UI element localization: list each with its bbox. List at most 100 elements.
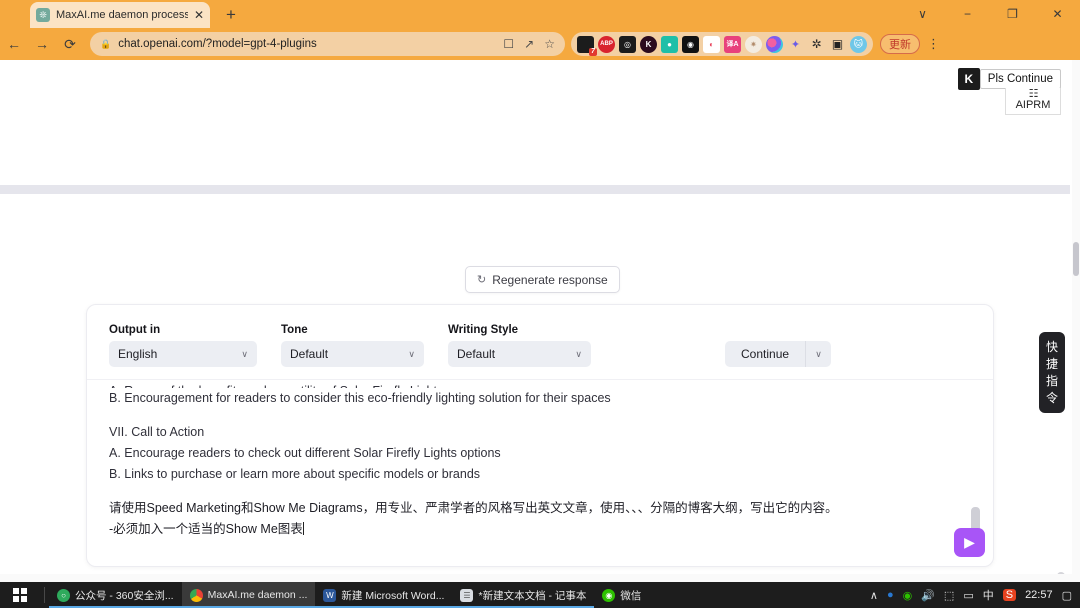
writing-style-select[interactable]: Default ∨: [448, 341, 591, 367]
continue-button[interactable]: Continue: [725, 341, 806, 367]
scrollbar-thumb[interactable]: [1073, 242, 1079, 276]
continue-dropdown-button[interactable]: ∨: [805, 341, 832, 367]
chat-card: Output in English ∨ Tone Default ∨ Writi…: [86, 304, 994, 567]
adblock-plus-extension-icon[interactable]: ABP: [598, 35, 615, 53]
openai-extension-icon[interactable]: ✷: [745, 35, 762, 53]
quick-command-tab[interactable]: 快 捷 指 令: [1039, 332, 1065, 413]
network-icon[interactable]: ⬚: [944, 589, 954, 602]
taskbar-item-label: 公众号 - 360安全浏...: [75, 589, 174, 602]
taskbar-divider: [44, 587, 45, 603]
taskbar-item-wechat[interactable]: ◉ 微信: [594, 582, 649, 608]
windows-taskbar: ○ 公众号 - 360安全浏... MaxAI.me daemon ... W …: [0, 582, 1080, 608]
pls-continue-widget[interactable]: K Pls Continue: [957, 68, 1061, 90]
message-line: VII. Call to Action: [109, 425, 205, 439]
opera-extension-icon[interactable]: ◐: [703, 35, 720, 53]
notification-center-icon[interactable]: ▢: [1062, 589, 1072, 602]
taskbar-item-label: 新建 Microsoft Word...: [341, 589, 445, 602]
minimize-icon[interactable]: −: [945, 0, 990, 28]
translate-icon[interactable]: ☐: [503, 37, 514, 51]
grammar-extension-icon[interactable]: ◉: [682, 35, 699, 53]
tone-value: Default: [290, 347, 329, 361]
translate-cn-extension-icon[interactable]: 译A: [724, 35, 741, 53]
taskbar-item-word[interactable]: W 新建 Microsoft Word...: [315, 582, 453, 608]
writing-style-value: Default: [457, 347, 496, 361]
aiprm-logo-icon: ☷: [1028, 88, 1039, 100]
send-button[interactable]: ▶: [954, 528, 985, 557]
360-safe-tray-icon[interactable]: ●: [887, 589, 894, 601]
reload-icon[interactable]: ⟳: [56, 30, 84, 58]
update-button[interactable]: 更新: [880, 34, 920, 54]
close-icon[interactable]: ✕: [194, 9, 204, 21]
maximize-icon[interactable]: ❐: [990, 0, 1035, 28]
conversation-text: A. Recap of the benefits and versatility…: [87, 381, 993, 566]
battery-icon[interactable]: ▭: [963, 589, 973, 602]
browser-tab[interactable]: ❊ MaxAI.me daemon process is ✕: [30, 2, 210, 28]
new-tab-button[interactable]: +: [220, 4, 242, 26]
output-in-label: Output in: [109, 324, 161, 336]
lock-icon: 🔒: [100, 38, 112, 49]
word-icon: W: [323, 588, 337, 602]
chevron-down-icon: ∨: [408, 348, 415, 359]
sidepanel-icon[interactable]: ▣: [829, 36, 846, 53]
message-line: A. Encourage readers to check out differ…: [109, 446, 501, 460]
continue-button-group: Continue ∨: [725, 305, 832, 367]
volume-icon[interactable]: 🔊: [921, 589, 935, 602]
address-bar[interactable]: 🔒 chat.openai.com/?model=gpt-4-plugins ☐…: [90, 32, 565, 56]
message-line: B. Encouragement for readers to consider…: [109, 391, 611, 405]
show-hidden-icons-chevron[interactable]: ∧: [870, 589, 878, 602]
window-controls: ∨ − ❐ ✕: [900, 0, 1080, 28]
aiprm-widget[interactable]: ☷ AIPRM: [1005, 88, 1061, 115]
forward-icon[interactable]: →: [28, 30, 56, 58]
sparkle-extension-icon[interactable]: ✦: [787, 36, 804, 53]
sogou-input-icon[interactable]: S: [1002, 589, 1017, 601]
output-in-select[interactable]: English ∨: [109, 341, 257, 367]
regenerate-label: Regenerate response: [492, 272, 608, 287]
chevron-down-icon: ∨: [815, 348, 822, 359]
output-in-value: English: [118, 347, 158, 361]
share-icon[interactable]: ↗: [524, 37, 534, 51]
prompt-line-2: -必须加入一个适当的Show Me图表: [109, 519, 973, 540]
browser-menu-icon[interactable]: ⋮: [927, 36, 940, 52]
browser-toolbar: ← → ⟳ 🔒 chat.openai.com/?model=gpt-4-plu…: [0, 28, 1080, 60]
ime-chinese-icon[interactable]: 中: [983, 587, 994, 603]
taskbar-item-chrome[interactable]: MaxAI.me daemon ...: [181, 582, 316, 608]
tone-label: Tone: [281, 324, 308, 336]
quick-command-char: 捷: [1045, 357, 1058, 371]
taskbar-item-notepad[interactable]: ☰ *新建文本文档 - 记事本: [452, 582, 595, 608]
regenerate-response-button[interactable]: ↻ Regenerate response: [465, 266, 620, 293]
wechat-tray-icon[interactable]: ◉: [903, 589, 913, 602]
openai-icon: ❊: [36, 8, 50, 22]
extension-badge-count: 7: [589, 47, 597, 56]
chat-bubble-extension-icon[interactable]: ●: [661, 35, 678, 53]
writing-style-label: Writing Style: [448, 324, 519, 336]
page-divider-band: [0, 185, 1070, 194]
browser-title-bar: ❊ MaxAI.me daemon process is ✕ + ∨ − ❐ ✕: [0, 0, 1080, 28]
dark-reader-extension-icon[interactable]: ◎: [619, 35, 636, 53]
puzzle-extensions-icon[interactable]: ✲: [808, 36, 825, 53]
brain-extension-icon[interactable]: [766, 35, 783, 53]
prompt-line-2-text: -必须加入一个适当的Show Me图表: [109, 522, 303, 536]
windows-logo-icon: [13, 588, 27, 602]
chrome-icon: [189, 588, 203, 602]
vertical-scrollbar[interactable]: [1072, 60, 1080, 582]
output-in-field: Output in English ∨: [109, 324, 257, 367]
bookmark-star-icon[interactable]: ☆: [544, 37, 555, 51]
quick-command-char: 令: [1045, 391, 1058, 405]
tone-select[interactable]: Default ∨: [281, 341, 424, 367]
taskbar-clock[interactable]: 22:57: [1025, 589, 1053, 601]
close-window-icon[interactable]: ✕: [1035, 0, 1080, 28]
maxai-extension-icon[interactable]: 7: [577, 35, 597, 56]
back-icon[interactable]: ←: [0, 30, 28, 58]
profile-avatar[interactable]: 🐱: [850, 35, 867, 53]
extensions-bar: 7 ABP ◎ K ● ◉ ◐ 译A ✷ ✦ ✲ ▣ 🐱: [571, 32, 873, 56]
pls-continue-button[interactable]: Pls Continue: [979, 69, 1061, 89]
browser-window: ❊ MaxAI.me daemon process is ✕ + ∨ − ❐ ✕…: [0, 0, 1080, 608]
wechat-icon: ◉: [602, 588, 616, 602]
taskbar-item-360-browser[interactable]: ○ 公众号 - 360安全浏...: [49, 582, 182, 608]
start-button[interactable]: [0, 582, 40, 608]
horizontal-scrollbar[interactable]: [0, 574, 1073, 582]
chevron-down-icon[interactable]: ∨: [900, 0, 945, 28]
kimi-extension-icon[interactable]: K: [640, 35, 657, 53]
message-line: B. Links to purchase or learn more about…: [109, 467, 481, 481]
